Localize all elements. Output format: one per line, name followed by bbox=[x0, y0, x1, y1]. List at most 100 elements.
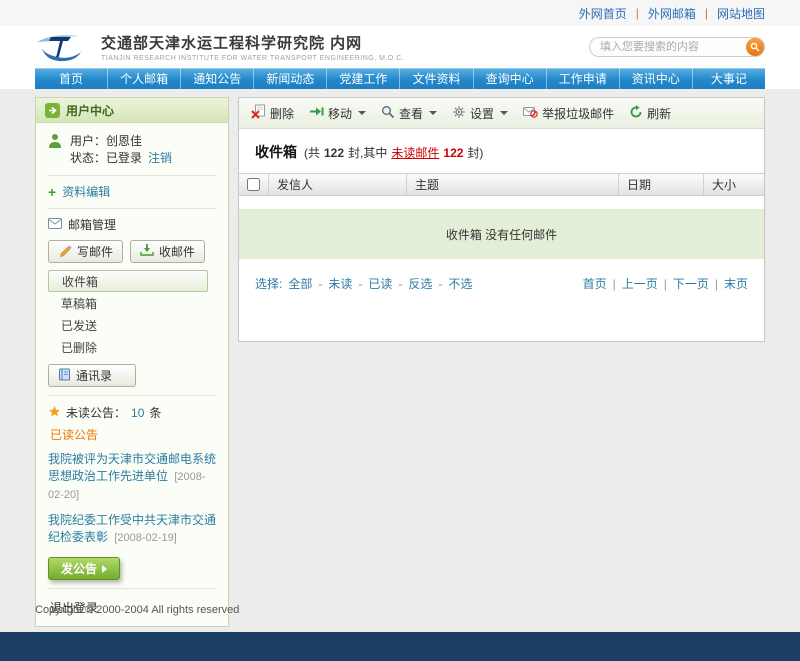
status-value: 已登录 bbox=[106, 151, 142, 165]
nav-item-notices[interactable]: 通知公告 bbox=[181, 68, 254, 89]
settings-icon bbox=[452, 105, 466, 122]
select-all-link[interactable]: 全部 bbox=[288, 275, 312, 292]
plus-icon: + bbox=[48, 186, 56, 198]
top-link-separator: | bbox=[636, 6, 639, 20]
read-announcements-link[interactable]: 已读公告 bbox=[50, 426, 98, 443]
pagination-separator: | bbox=[715, 277, 718, 291]
nav-item-party-work[interactable]: 党建工作 bbox=[327, 68, 400, 89]
divider bbox=[48, 208, 216, 209]
top-link-extranet-mail[interactable]: 外网邮箱 bbox=[648, 5, 696, 22]
mail-management-row: 邮箱管理 bbox=[48, 217, 216, 233]
nav-item-news[interactable]: 新闻动态 bbox=[254, 68, 327, 89]
user-label: 用户： bbox=[70, 134, 106, 148]
title-segment: 封) bbox=[467, 144, 483, 161]
select-read-link[interactable]: 已读 bbox=[368, 275, 392, 292]
move-label: 移动 bbox=[328, 105, 352, 122]
nav-item-memorabilia[interactable]: 大事记 bbox=[693, 68, 765, 89]
content-area: 用户中心 用户：创恩佳 状态：已登录注销 + 资料编辑 bbox=[0, 89, 800, 632]
mail-table-header: 发信人 主题 日期 大小 bbox=[239, 173, 764, 196]
select-all-checkbox[interactable] bbox=[247, 178, 260, 191]
delete-label: 删除 bbox=[270, 105, 294, 122]
unread-mail-link[interactable]: 未读邮件 bbox=[391, 144, 439, 161]
top-link-extranet-home[interactable]: 外网首页 bbox=[579, 5, 627, 22]
profile-edit-row[interactable]: + 资料编辑 bbox=[48, 184, 216, 200]
nav-item-query-center[interactable]: 查询中心 bbox=[474, 68, 547, 89]
folder-item-inbox[interactable]: 收件箱 bbox=[48, 270, 208, 292]
dash-separator: - bbox=[398, 277, 402, 291]
unit-label: 条 bbox=[149, 404, 161, 421]
user-icon bbox=[48, 133, 62, 152]
view-button[interactable]: 查看 bbox=[381, 105, 437, 122]
search-box bbox=[589, 37, 765, 57]
contacts-label: 通讯录 bbox=[76, 367, 112, 384]
logout-link[interactable]: 注销 bbox=[148, 151, 172, 165]
status-label: 状态： bbox=[70, 151, 106, 165]
title-segment: 封,其中 bbox=[348, 144, 387, 161]
column-header-subject: 主题 bbox=[407, 174, 619, 195]
compose-mail-label: 写邮件 bbox=[77, 243, 113, 260]
search-input[interactable] bbox=[589, 37, 765, 57]
column-header-size: 大小 bbox=[704, 174, 764, 195]
settings-label: 设置 bbox=[470, 105, 494, 122]
settings-button[interactable]: 设置 bbox=[452, 105, 508, 122]
arrow-right-icon bbox=[45, 103, 60, 118]
pagination-first[interactable]: 首页 bbox=[583, 275, 607, 292]
total-count: 122 bbox=[324, 146, 344, 160]
post-announcement-label: 发公告 bbox=[61, 560, 97, 577]
chevron-down-icon bbox=[429, 111, 437, 115]
announcement-item: 我院纪委工作受中共天津市交通纪检委表彰 [2008-02-19] bbox=[48, 512, 216, 547]
move-button[interactable]: 移动 bbox=[309, 105, 366, 122]
top-link-sitemap[interactable]: 网站地图 bbox=[717, 5, 765, 22]
chevron-down-icon bbox=[358, 111, 366, 115]
nav-item-work-apply[interactable]: 工作申请 bbox=[547, 68, 620, 89]
top-link-separator: | bbox=[705, 6, 708, 20]
search-icon bbox=[750, 42, 760, 52]
pagination-prev[interactable]: 上一页 bbox=[622, 275, 658, 292]
folder-item-sent[interactable]: 已发送 bbox=[48, 314, 216, 336]
folder-item-deleted[interactable]: 已删除 bbox=[48, 336, 216, 358]
compose-mail-button[interactable]: 写邮件 bbox=[48, 240, 123, 263]
site-title: 交通部天津水运工程科学研究院 内网 bbox=[101, 32, 404, 53]
mail-section-label: 邮箱管理 bbox=[68, 217, 116, 233]
pencil-icon bbox=[58, 243, 72, 260]
nav-item-home[interactable]: 首页 bbox=[35, 68, 108, 89]
nav-item-info-center[interactable]: 资讯中心 bbox=[620, 68, 693, 89]
folder-item-drafts[interactable]: 草稿箱 bbox=[48, 292, 216, 314]
column-header-sender: 发信人 bbox=[269, 174, 407, 195]
user-center-sidebar: 用户中心 用户：创恩佳 状态：已登录注销 + 资料编辑 bbox=[35, 97, 229, 627]
select-invert-link[interactable]: 反选 bbox=[408, 275, 432, 292]
search-button[interactable] bbox=[746, 38, 764, 56]
divider bbox=[48, 175, 216, 176]
refresh-button[interactable]: 刷新 bbox=[629, 105, 671, 122]
select-none-link[interactable]: 不选 bbox=[448, 275, 472, 292]
dash-separator: - bbox=[318, 277, 322, 291]
unread-announcements-count[interactable]: 10 bbox=[131, 406, 144, 420]
pagination-next[interactable]: 下一页 bbox=[673, 275, 709, 292]
folder-list: 收件箱 草稿箱 已发送 已删除 bbox=[48, 270, 216, 358]
profile-edit-link[interactable]: 资料编辑 bbox=[62, 184, 110, 200]
address-book-icon bbox=[58, 368, 71, 384]
receive-mail-label: 收邮件 bbox=[159, 243, 195, 260]
dash-separator: - bbox=[358, 277, 362, 291]
mail-panel: 删除 移动 查看 bbox=[238, 97, 765, 342]
announcement-item: 我院被评为天津市交通邮电系统思想政治工作先进单位 [2008-02-20] bbox=[48, 451, 216, 504]
nav-item-documents[interactable]: 文件资料 bbox=[400, 68, 473, 89]
pagination-separator: | bbox=[664, 277, 667, 291]
report-spam-button[interactable]: 举报垃圾邮件 bbox=[523, 105, 614, 122]
user-info-block: 用户：创恩佳 状态：已登录注销 bbox=[48, 131, 216, 167]
select-unread-link[interactable]: 未读 bbox=[328, 275, 352, 292]
nav-item-personal-mail[interactable]: 个人邮箱 bbox=[108, 68, 181, 89]
pagination-last[interactable]: 末页 bbox=[724, 275, 748, 292]
main-nav: 首页 个人邮箱 通知公告 新闻动态 党建工作 文件资料 查询中心 工作申请 资讯… bbox=[0, 68, 800, 89]
post-announcement-button[interactable]: 发公告 bbox=[48, 557, 120, 580]
delete-button[interactable]: 删除 bbox=[251, 104, 294, 122]
copyright: Copyright © 2000-2004 All rights reserve… bbox=[35, 604, 239, 616]
receive-mail-button[interactable]: 收邮件 bbox=[130, 240, 205, 263]
user-name: 创恩佳 bbox=[106, 134, 142, 148]
top-links-bar: 外网首页 | 外网邮箱 | 网站地图 bbox=[0, 0, 800, 26]
contacts-button[interactable]: 通讯录 bbox=[48, 364, 136, 387]
selection-label: 选择: bbox=[255, 275, 282, 292]
site-header: 交通部天津水运工程科学研究院 内网 TIANJIN RESEARCH INSTI… bbox=[0, 26, 800, 68]
announcement-date: [2008-02-19] bbox=[114, 532, 176, 544]
dash-separator: - bbox=[438, 277, 442, 291]
